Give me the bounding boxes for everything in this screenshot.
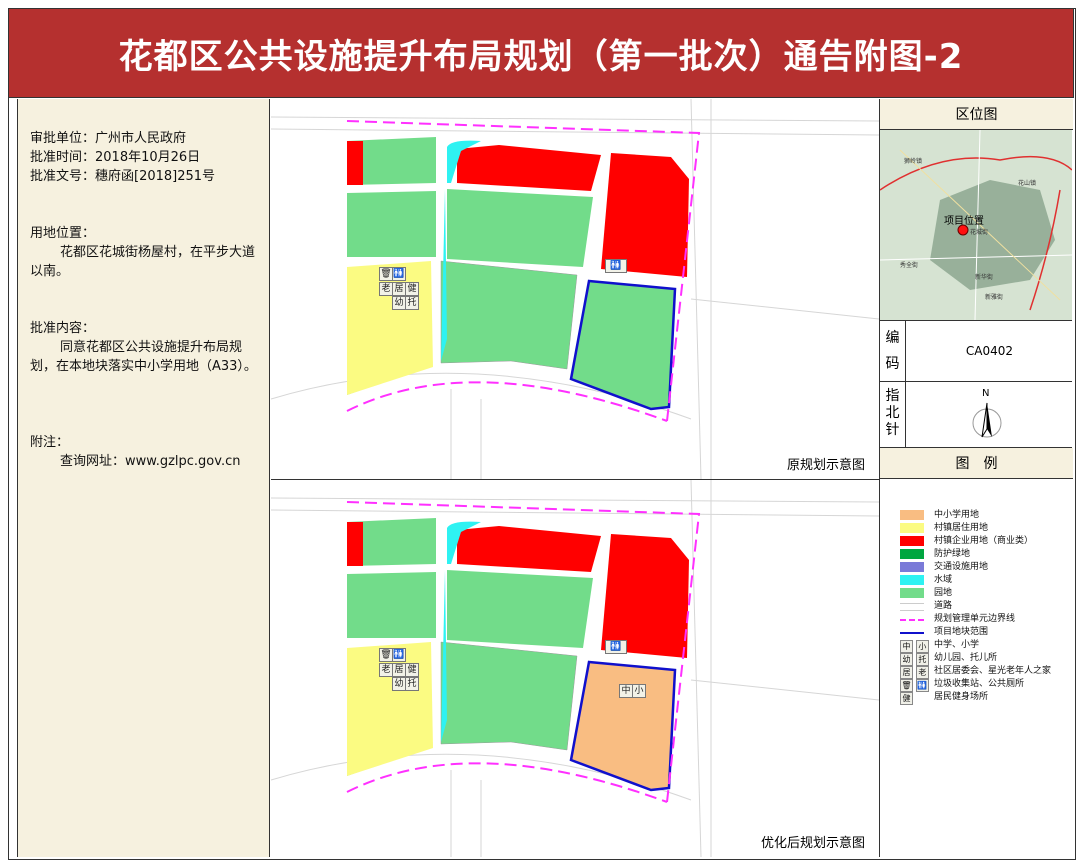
- green-block: [347, 191, 436, 257]
- place-label: 花山镇: [1018, 180, 1037, 187]
- place-label: 新华街: [975, 274, 994, 281]
- facility-tuo: 托: [405, 296, 419, 310]
- red-block: [347, 522, 363, 566]
- toilet-icon: 🚻: [605, 259, 627, 273]
- facility-jian: 健: [405, 663, 419, 677]
- facility-you: 幼: [392, 296, 406, 310]
- note-label: 附注：: [30, 435, 70, 450]
- content-text: 同意花都区公共设施提升布局规划，在本地块落实中小学用地（A33）。: [30, 340, 257, 374]
- trash-icon: 🗑: [379, 267, 393, 281]
- north-label: 指北针: [880, 382, 906, 447]
- page-title: 花都区公共设施提升布局规划（第一批次）通告附图-2: [8, 8, 1074, 98]
- location-map-header: 区位图: [880, 99, 1073, 130]
- content-label: 批准内容：: [30, 321, 96, 336]
- location-map: 项目位置 狮岭镇 花山镇 花城街 秀全街 新华街 新雅街: [880, 130, 1072, 321]
- code-label: 编码: [880, 321, 906, 381]
- green-block: [440, 641, 578, 751]
- trash-icon: 🗑: [379, 648, 393, 662]
- code-row: 编码 CA0402: [880, 321, 1072, 382]
- red-block: [347, 141, 363, 185]
- note-text: 查询网址：www.gzlpc.gov.cn: [60, 454, 241, 469]
- school-xiao: 小: [632, 684, 646, 698]
- place-label: 狮岭镇: [904, 158, 923, 165]
- original-plan-map: 🚻 🗑 🚻 老 居 健 幼 托 原规划示意图: [271, 99, 879, 480]
- facility-jian: 健: [405, 282, 419, 296]
- north-letter: N: [982, 388, 990, 399]
- facility-lao: 老: [379, 663, 393, 677]
- north-arrow-icon: [972, 402, 1002, 438]
- green-block: [347, 572, 436, 638]
- legend-header: 图 例: [880, 448, 1073, 479]
- place-label: 秀全街: [900, 262, 919, 269]
- facility-you: 幼: [392, 677, 406, 691]
- approval-unit: 审批单位：广州市人民政府: [30, 131, 187, 146]
- place-label: 花城街: [970, 229, 989, 236]
- facility-ju: 居: [392, 663, 406, 677]
- north-row: 指北针 N: [880, 382, 1072, 448]
- location-text: 花都区花城街杨屋村，在平步大道以南。: [30, 245, 256, 279]
- green-block: [447, 189, 593, 267]
- facility-tuo: 托: [405, 677, 419, 691]
- optimized-plan-map: 🚻 中 小 🗑 🚻 老 居 健 幼 托 优化后规划示意图: [271, 480, 879, 857]
- info-panel: 区位图 项目位置 狮岭镇 花山镇 花城街 秀全街 新华街 新雅街 编码 CA04…: [879, 99, 1073, 857]
- toilet-icon: 🚻: [605, 640, 627, 654]
- approval-time: 批准时间：2018年10月26日: [30, 150, 201, 165]
- school-zhong: 中: [619, 684, 633, 698]
- facility-lao: 老: [379, 282, 393, 296]
- project-location-label: 项目位置: [944, 216, 984, 227]
- location-label: 用地位置：: [30, 226, 96, 241]
- approval-panel: 审批单位：广州市人民政府 批准时间：2018年10月26日 批准文号：穗府函[2…: [17, 99, 270, 857]
- code-value: CA0402: [965, 344, 1014, 358]
- optimized-plan-svg: [271, 480, 879, 857]
- optimized-plan-label: 优化后规划示意图: [758, 832, 867, 851]
- toilet-small-icon: 🚻: [392, 648, 406, 662]
- approval-doc-no: 批准文号：穗府函[2018]251号: [30, 169, 216, 184]
- place-label: 新雅街: [985, 294, 1004, 301]
- toilet-small-icon: 🚻: [392, 267, 406, 281]
- green-block: [447, 570, 593, 648]
- original-plan-label: 原规划示意图: [784, 454, 867, 473]
- facility-ju: 居: [392, 282, 406, 296]
- green-block: [440, 260, 578, 370]
- original-plan-svg: [271, 99, 879, 479]
